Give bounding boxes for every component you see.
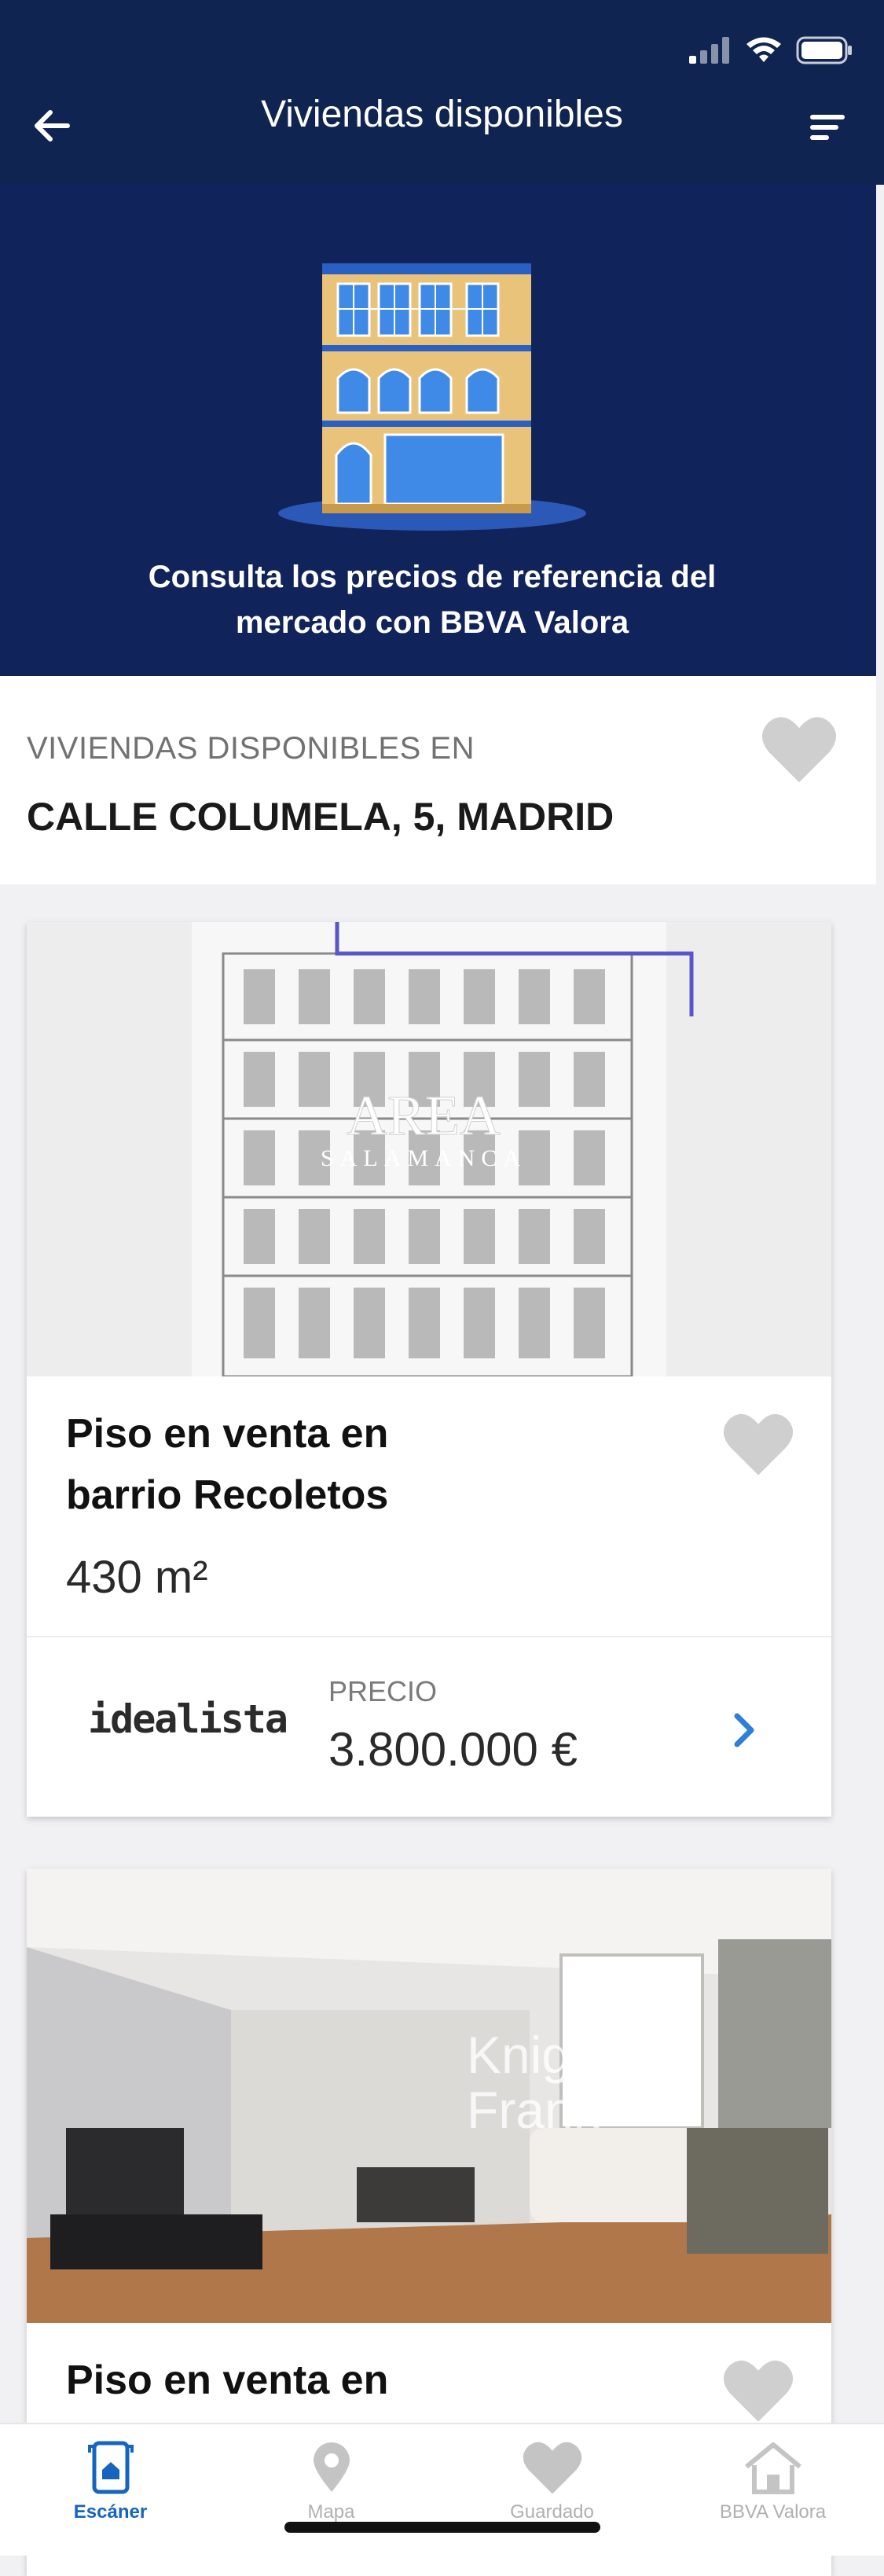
battery-icon xyxy=(796,36,852,64)
tab-label: BBVA Valora xyxy=(719,2501,827,2523)
photo-watermark: Knight xyxy=(467,2026,614,2084)
living-room-photo: Knight Frank xyxy=(27,1869,831,2323)
listing-photo[interactable]: AREA SALAMANCA xyxy=(27,922,831,1376)
location-label: VIVIENDAS DISPONIBLES EN xyxy=(27,731,475,766)
listing-photo[interactable]: Knight Frank xyxy=(27,1869,831,2323)
chevron-right-icon[interactable] xyxy=(726,1707,764,1754)
heart-icon xyxy=(523,2442,581,2494)
tab-label: Escáner xyxy=(73,2501,148,2523)
promo-text-line2: mercado con BBVA Valora xyxy=(235,605,629,640)
tab-label: Guardado xyxy=(510,2501,594,2523)
price-label: PRECIO xyxy=(328,1675,438,1707)
idealista-logo: idealista xyxy=(88,1696,288,1742)
building-illustration xyxy=(278,263,586,531)
bottom-tab-bar: Escáner Mapa Guardado BBVA Valora xyxy=(0,2423,884,2556)
tab-escaner[interactable]: Escáner xyxy=(0,2440,221,2523)
photo-watermark: AREA xyxy=(347,1084,501,1147)
tab-label: Mapa xyxy=(307,2501,355,2523)
favorite-heart-icon[interactable] xyxy=(723,2357,794,2423)
tab-guardado[interactable]: Guardado xyxy=(442,2440,662,2523)
wifi-icon xyxy=(746,37,781,62)
photo-watermark-sub: SALAMANCA xyxy=(321,1145,526,1171)
location-address: CALLE COLUMELA, 5, MADRID xyxy=(27,795,614,839)
divider xyxy=(27,1636,831,1637)
tab-mapa[interactable]: Mapa xyxy=(221,2440,442,2523)
photo-watermark-sub: Frank xyxy=(467,2081,600,2139)
price-value: 3.800.000 € xyxy=(328,1723,578,1776)
signal-icon xyxy=(689,37,729,64)
promo-text-line1: Consulta los precios de referencia del xyxy=(148,560,717,594)
listing-title-line2: barrio Recoletos xyxy=(66,1472,389,1518)
listing-title-line1: Piso en venta en xyxy=(66,1411,389,1457)
tab-bbva-valora[interactable]: BBVA Valora xyxy=(662,2440,883,2523)
page-title: Viviendas disponibles xyxy=(261,94,623,135)
building-facade-photo: AREA SALAMANCA xyxy=(27,922,831,1376)
status-bar xyxy=(0,0,884,86)
location-header: VIVIENDAS DISPONIBLES EN CALLE COLUMELA,… xyxy=(0,676,876,884)
listing-title-line1: Piso en venta en xyxy=(66,2357,389,2403)
filter-menu-icon[interactable] xyxy=(805,104,853,151)
valora-promo-banner[interactable]: Consulta los precios de referencia del m… xyxy=(0,185,876,676)
listing-title: Piso en venta en barrio Recoletos xyxy=(66,1403,695,1526)
favorite-heart-icon[interactable] xyxy=(723,1411,794,1477)
listing-card[interactable]: AREA SALAMANCA Piso en venta en barrio R… xyxy=(27,922,831,1817)
promo-text: Consulta los precios de referencia del m… xyxy=(0,554,864,645)
phone-scan-icon xyxy=(87,2441,134,2494)
listing-area: 430 m² xyxy=(66,1552,208,1603)
navigation-bar: Viviendas disponibles xyxy=(0,86,884,185)
home-indicator xyxy=(284,2522,600,2533)
favorite-heart-icon[interactable] xyxy=(761,714,837,785)
house-icon xyxy=(744,2442,801,2494)
listing-title: Piso en venta en xyxy=(66,2350,695,2411)
map-pin-icon xyxy=(313,2442,350,2492)
